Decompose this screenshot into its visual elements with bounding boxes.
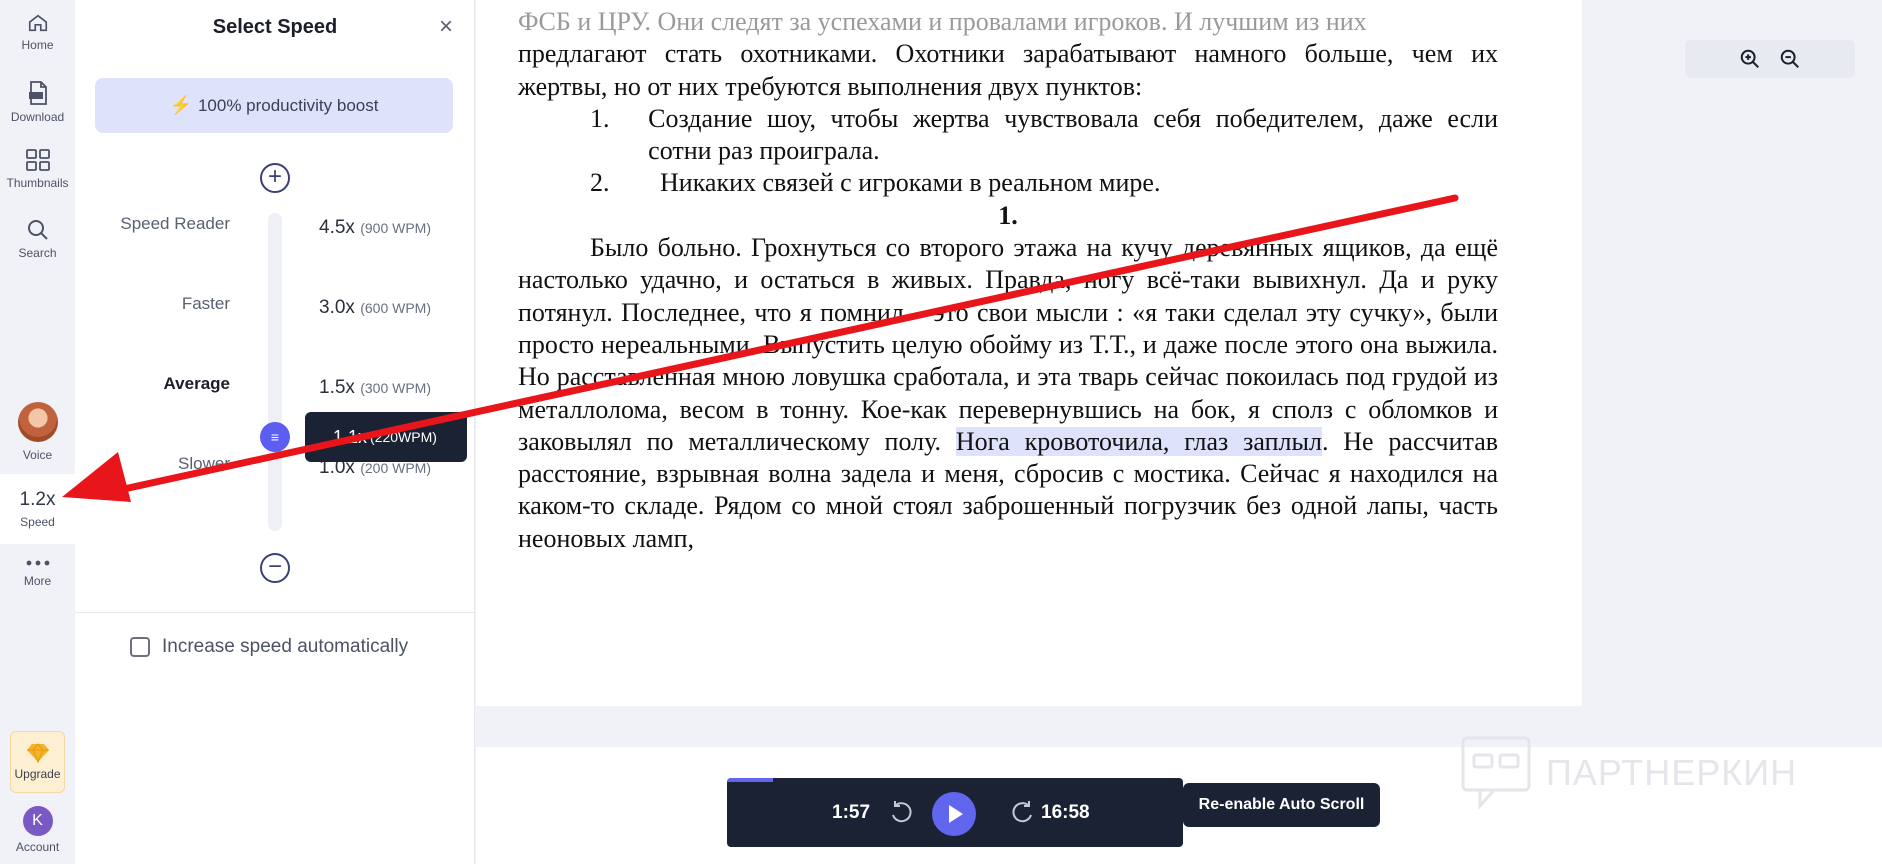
level-label-slower: Slower [178,454,230,473]
auto-speed-label: Increase speed automatically [162,636,409,657]
diamond-icon [26,743,49,763]
thumbnails-icon [25,149,50,171]
list-text: Никаких связей с игроками в реальном мир… [660,168,1161,198]
level-wpm: (200 WPM) [360,460,431,476]
forward-icon[interactable] [1009,798,1037,826]
upgrade-button[interactable]: Upgrade [0,731,75,793]
select-speed-panel: Select Speed × ⚡ 100% productivity boost… [75,0,475,864]
speed-slider-handle[interactable]: ≡ [260,422,290,452]
home-label: Home [21,38,54,52]
close-icon[interactable]: × [433,14,459,40]
level-wpm: (600 WPM) [360,300,431,316]
account-avatar: K [22,806,53,836]
level-label-speed-reader: Speed Reader [120,214,230,233]
productivity-boost-banner: ⚡ 100% productivity boost [95,78,453,133]
re-enable-auto-scroll-button[interactable]: Re-enable Auto Scroll [1183,783,1380,827]
lightning-icon: ⚡ [169,95,192,115]
level-option-speed-reader[interactable]: 4.5x (900 WPM) [319,217,431,239]
speed-value: 1.2x [19,489,56,510]
search-icon [27,220,48,240]
rewind-icon[interactable] [887,798,915,826]
upgrade-label: Upgrade [14,767,61,781]
watermark-text: ПАРТНЕРКИН [1546,752,1798,793]
more-label: More [23,574,52,588]
current-speed-wpm: (220WPM) [370,429,437,445]
home-icon [28,14,47,32]
play-icon [949,805,963,823]
audio-player: 1:57 16:58 [727,778,1183,847]
watermark: ПАРТНЕРКИН [1460,735,1797,811]
current-speed-tooltip: 1.1x (220WPM) [305,412,467,462]
download-button[interactable]: Download [0,80,75,124]
voice-avatar [17,402,58,442]
paragraph-text: Было больно. Грохнуться со второго этажа… [518,233,1498,456]
speed-button[interactable]: 1.2x Speed [0,474,75,544]
speed-label: Speed [20,515,55,529]
auto-speed-checkbox[interactable] [130,637,150,657]
search-button[interactable]: Search [0,218,75,260]
level-value: 3.0x [319,297,355,318]
account-label: Account [15,840,60,854]
increase-speed-button[interactable]: + [260,163,290,193]
panel-title: Select Speed [212,16,338,38]
paragraph: Было больно. Грохнуться со второго этажа… [518,232,1498,555]
level-label-faster: Faster [181,294,230,313]
list-item: 2. Никаких связей с игроками в реальном … [518,167,1498,199]
list-number: 1. [590,103,610,133]
more-dots-icon [26,560,49,566]
watermark-logo-icon [1461,736,1531,810]
zoom-in-icon[interactable] [1739,48,1761,70]
more-button[interactable]: More [0,556,75,588]
home-button[interactable]: Home [0,12,75,52]
thumbnails-button[interactable]: Thumbnails [0,148,75,190]
level-option-faster[interactable]: 3.0x (600 WPM) [319,297,431,319]
search-label: Search [18,246,57,260]
pdf-download-icon [28,81,47,105]
level-option-average[interactable]: 1.5x (300 WPM) [319,377,431,399]
faded-line: ФСБ и ЦРУ. Они следят за успехами и пров… [518,7,1367,36]
paragraph: предлагают стать охотниками. Охотники за… [518,39,1498,101]
left-rail: Home Download Thumbnails Search Voice 1.… [0,0,75,864]
voice-label: Voice [22,448,53,462]
remaining-time: 16:58 [1041,802,1090,823]
account-button[interactable]: K Account [0,806,75,854]
thumbnails-label: Thumbnails [6,176,69,190]
panel-divider [75,612,475,613]
voice-button[interactable]: Voice [0,402,75,462]
level-wpm: (300 WPM) [360,380,431,396]
zoom-out-icon[interactable] [1779,48,1801,70]
auto-speed-row[interactable]: Increase speed automatically [130,636,408,658]
play-button[interactable] [932,792,976,836]
speed-slider-track[interactable] [268,213,282,531]
decrease-speed-button[interactable]: − [260,553,290,583]
boost-label: 100% productivity boost [197,95,379,115]
chapter-heading: 1. [998,200,1018,230]
document-text: ФСБ и ЦРУ. Они следят за успехами и пров… [518,6,1498,555]
current-speed-value: 1.1x [333,426,368,447]
highlighted-sentence: Нога кровоточила, глаз заплыл [955,426,1322,456]
download-label: Download [10,110,65,124]
document-page: ФСБ и ЦРУ. Они следят за успехами и пров… [476,0,1582,706]
level-value: 1.5x [319,377,355,398]
zoom-controls [1685,40,1855,78]
list-number: 2. [590,168,610,198]
level-label-average: Average [163,374,230,393]
elapsed-time: 1:57 [832,802,871,823]
level-value: 4.5x [319,217,355,238]
list-text: Создание шоу, чтобы жертва чувствовала с… [648,103,1498,166]
playback-progress-bar[interactable] [727,778,773,782]
level-wpm: (900 WPM) [360,220,431,236]
list-item: 1. Создание шоу, чтобы жертва чувствовал… [518,103,1498,168]
